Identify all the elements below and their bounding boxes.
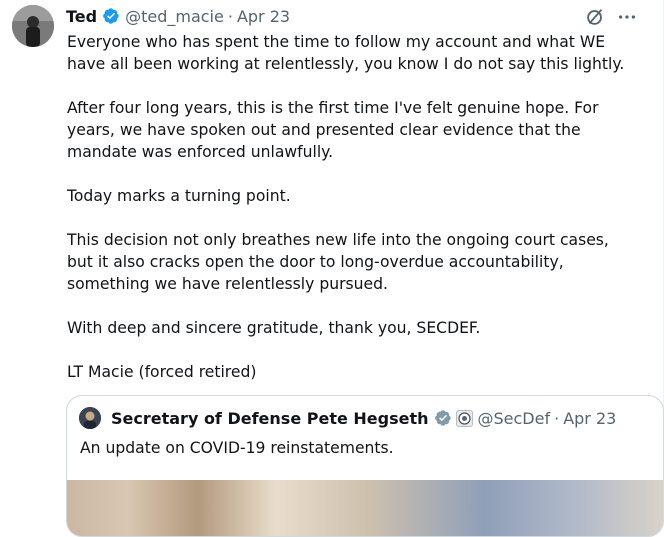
- tweet-paragraph: Everyone who has spent the time to follo…: [67, 33, 625, 73]
- tweet-paragraph: After four long years, this is the first…: [67, 99, 599, 161]
- avatar[interactable]: [12, 5, 54, 47]
- author-handle[interactable]: @ted_macie: [125, 7, 224, 26]
- quoted-media-image[interactable]: [67, 480, 663, 536]
- quoted-tweet[interactable]: Secretary of Defense Pete Hegseth @SecDe…: [66, 395, 664, 537]
- quoted-text: An update on COVID-19 reinstatements.: [80, 439, 394, 457]
- more-options-icon[interactable]: [616, 6, 638, 28]
- tweet-header: Ted @ted_macie · Apr 23: [66, 5, 290, 27]
- quoted-avatar[interactable]: [79, 407, 101, 429]
- author-name[interactable]: Ted: [66, 7, 97, 26]
- tweet-paragraph: With deep and sincere gratitude, thank y…: [67, 319, 481, 337]
- verified-badge-icon: [103, 8, 119, 24]
- tweet-paragraph: This decision not only breathes new life…: [67, 231, 609, 293]
- grok-icon[interactable]: [584, 6, 606, 28]
- quoted-header: Secretary of Defense Pete Hegseth @SecDe…: [111, 407, 616, 429]
- tweet-text: Everyone who has spent the time to follo…: [67, 31, 637, 383]
- quoted-header-separator: ·: [554, 408, 560, 428]
- quoted-date[interactable]: Apr 23: [563, 409, 616, 428]
- tweet-paragraph: Today marks a turning point.: [67, 187, 291, 205]
- quoted-author-handle[interactable]: @SecDef: [478, 409, 551, 428]
- quoted-author-name[interactable]: Secretary of Defense Pete Hegseth: [111, 409, 429, 428]
- government-affiliation-icon[interactable]: [455, 409, 473, 427]
- header-separator: ·: [227, 6, 233, 26]
- tweet-paragraph: LT Macie (forced retired): [67, 363, 257, 381]
- verified-badge-icon: [434, 410, 451, 426]
- tweet-date[interactable]: Apr 23: [237, 7, 290, 26]
